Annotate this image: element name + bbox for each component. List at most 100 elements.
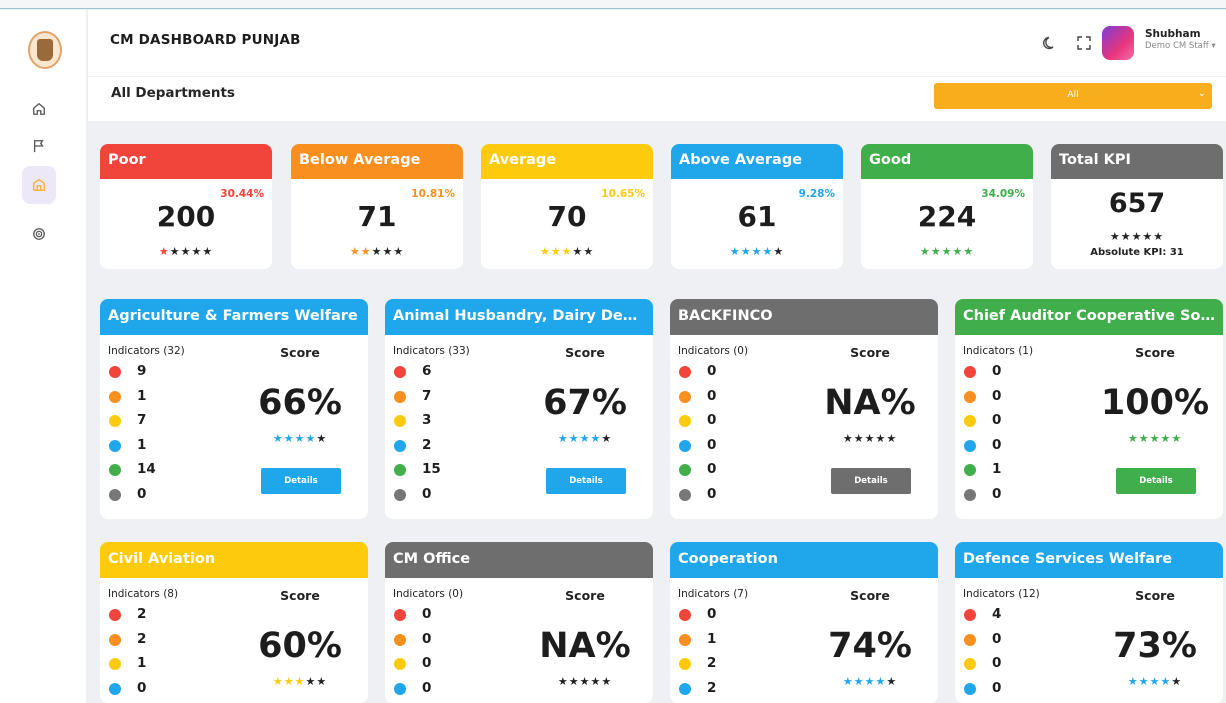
indicator-status-count: 0 [422, 679, 432, 696]
star-icon: ★ [751, 245, 763, 258]
department-stars: ★★★★★ [230, 675, 368, 688]
target-icon [33, 228, 45, 240]
category-count: 71 [357, 200, 397, 233]
sidebar-item-departments[interactable] [22, 166, 56, 204]
status-dot [109, 488, 121, 501]
department-select[interactable]: All ⌄ [934, 83, 1212, 109]
star-icon: ★ [919, 245, 931, 258]
star-icon: ★ [886, 675, 898, 688]
star-icon: ★ [1138, 432, 1150, 445]
sidebar-item-flag[interactable] [22, 129, 56, 163]
status-dot [394, 633, 406, 646]
status-dot [964, 633, 976, 646]
star-icon: ★ [360, 245, 372, 258]
star-icon: ★ [1160, 675, 1172, 688]
score-label: Score [280, 345, 320, 360]
department-stars: ★★★★★ [1085, 675, 1223, 688]
star-icon: ★ [272, 432, 284, 445]
star-icon: ★ [583, 245, 595, 258]
department-name: BACKFINCO [670, 299, 938, 335]
status-dot [964, 682, 976, 695]
indicators-count: Indicators (0) [393, 588, 464, 600]
total-kpi-card: Total KPI 657 ★★★★★ Absolute KPI: 31 [1051, 144, 1223, 269]
star-icon: ★ [875, 432, 887, 445]
star-icon: ★ [557, 432, 569, 445]
star-icon: ★ [941, 245, 953, 258]
star-icon: ★ [305, 675, 317, 688]
indicator-status-count: 0 [992, 436, 1002, 453]
indicator-status-count: 3 [422, 412, 432, 429]
star-icon: ★ [305, 432, 317, 445]
indicator-status-count: 2 [707, 679, 717, 696]
score-label: Score [565, 345, 605, 360]
details-button[interactable]: Details [546, 468, 626, 494]
details-button[interactable]: Details [261, 468, 341, 494]
category-label: Average [481, 144, 653, 179]
star-icon: ★ [773, 245, 785, 258]
indicators-count: Indicators (7) [678, 588, 749, 600]
user-avatar[interactable] [1102, 26, 1134, 60]
star-icon: ★ [1127, 432, 1139, 445]
indicator-status-count: 1 [992, 461, 1002, 478]
indicator-status-count: 0 [707, 461, 717, 478]
category-percent: 34.09% [981, 188, 1025, 200]
department-score: 100% [1100, 383, 1210, 423]
score-label: Score [565, 588, 605, 603]
score-label: Score [1135, 345, 1175, 360]
department-score: 73% [1113, 626, 1197, 666]
indicator-status-count: 0 [992, 387, 1002, 404]
department-filter-bar: All Departments All ⌄ [88, 77, 1226, 121]
star-icon: ★ [294, 675, 306, 688]
user-name[interactable]: Shubham [1145, 28, 1201, 40]
status-dot [109, 658, 121, 671]
indicator-status-count: 7 [137, 412, 147, 429]
dark-mode-moon-icon[interactable] [1042, 35, 1058, 51]
user-role-dropdown[interactable]: Demo CM Staff ▾ [1145, 41, 1216, 51]
category-count: 200 [156, 200, 216, 233]
star-icon: ★ [886, 432, 898, 445]
status-dot [964, 366, 976, 378]
indicator-status-count: 1 [707, 630, 717, 647]
department-card: Defence Services Welfare Indicators (12) S… [955, 542, 1223, 703]
indicator-status-count: 0 [992, 412, 1002, 429]
indicator-status-count: 0 [707, 387, 717, 404]
sidebar-item-target[interactable] [22, 217, 56, 251]
indicator-status-count: 2 [707, 655, 717, 672]
department-name: Animal Husbandry, Dairy Development [385, 299, 653, 335]
chevron-down-icon: ⌄ [1197, 88, 1206, 99]
details-button[interactable]: Details [1116, 468, 1196, 494]
status-dot [964, 658, 976, 671]
star-icon: ★ [382, 245, 394, 258]
category-percent: 10.65% [601, 188, 645, 200]
status-dot [964, 439, 976, 452]
star-icon: ★ [550, 245, 562, 258]
department-stars: ★★★★★ [1085, 432, 1223, 445]
star-icon: ★ [842, 675, 854, 688]
status-dot [394, 439, 406, 452]
sidebar-item-home[interactable] [22, 92, 56, 126]
status-dot [679, 658, 691, 671]
department-score: 66% [258, 383, 342, 423]
star-icon: ★ [963, 245, 975, 258]
indicators-count: Indicators (8) [108, 588, 179, 600]
indicators-count: Indicators (12) [963, 588, 1040, 600]
score-label: Score [850, 588, 890, 603]
category-count: 61 [737, 200, 777, 233]
star-icon: ★ [952, 245, 964, 258]
category-percent: 10.81% [411, 188, 455, 200]
indicator-status-count: 4 [992, 606, 1002, 622]
total-kpi-label: Total KPI [1051, 144, 1223, 179]
star-icon: ★ [557, 675, 569, 688]
status-dot [109, 609, 121, 621]
fullscreen-icon[interactable] [1076, 35, 1092, 51]
category-card: Poor 30.44% 200 ★★★★★ [100, 144, 272, 269]
sidebar [0, 10, 86, 703]
status-dot [679, 439, 691, 452]
department-name: CM Office [385, 542, 653, 578]
indicator-status-count: 2 [137, 606, 147, 622]
status-dot [394, 464, 406, 477]
details-button[interactable]: Details [831, 468, 911, 494]
indicator-status-count: 0 [992, 363, 1002, 379]
star-icon: ★ [853, 432, 865, 445]
star-icon: ★ [272, 675, 284, 688]
